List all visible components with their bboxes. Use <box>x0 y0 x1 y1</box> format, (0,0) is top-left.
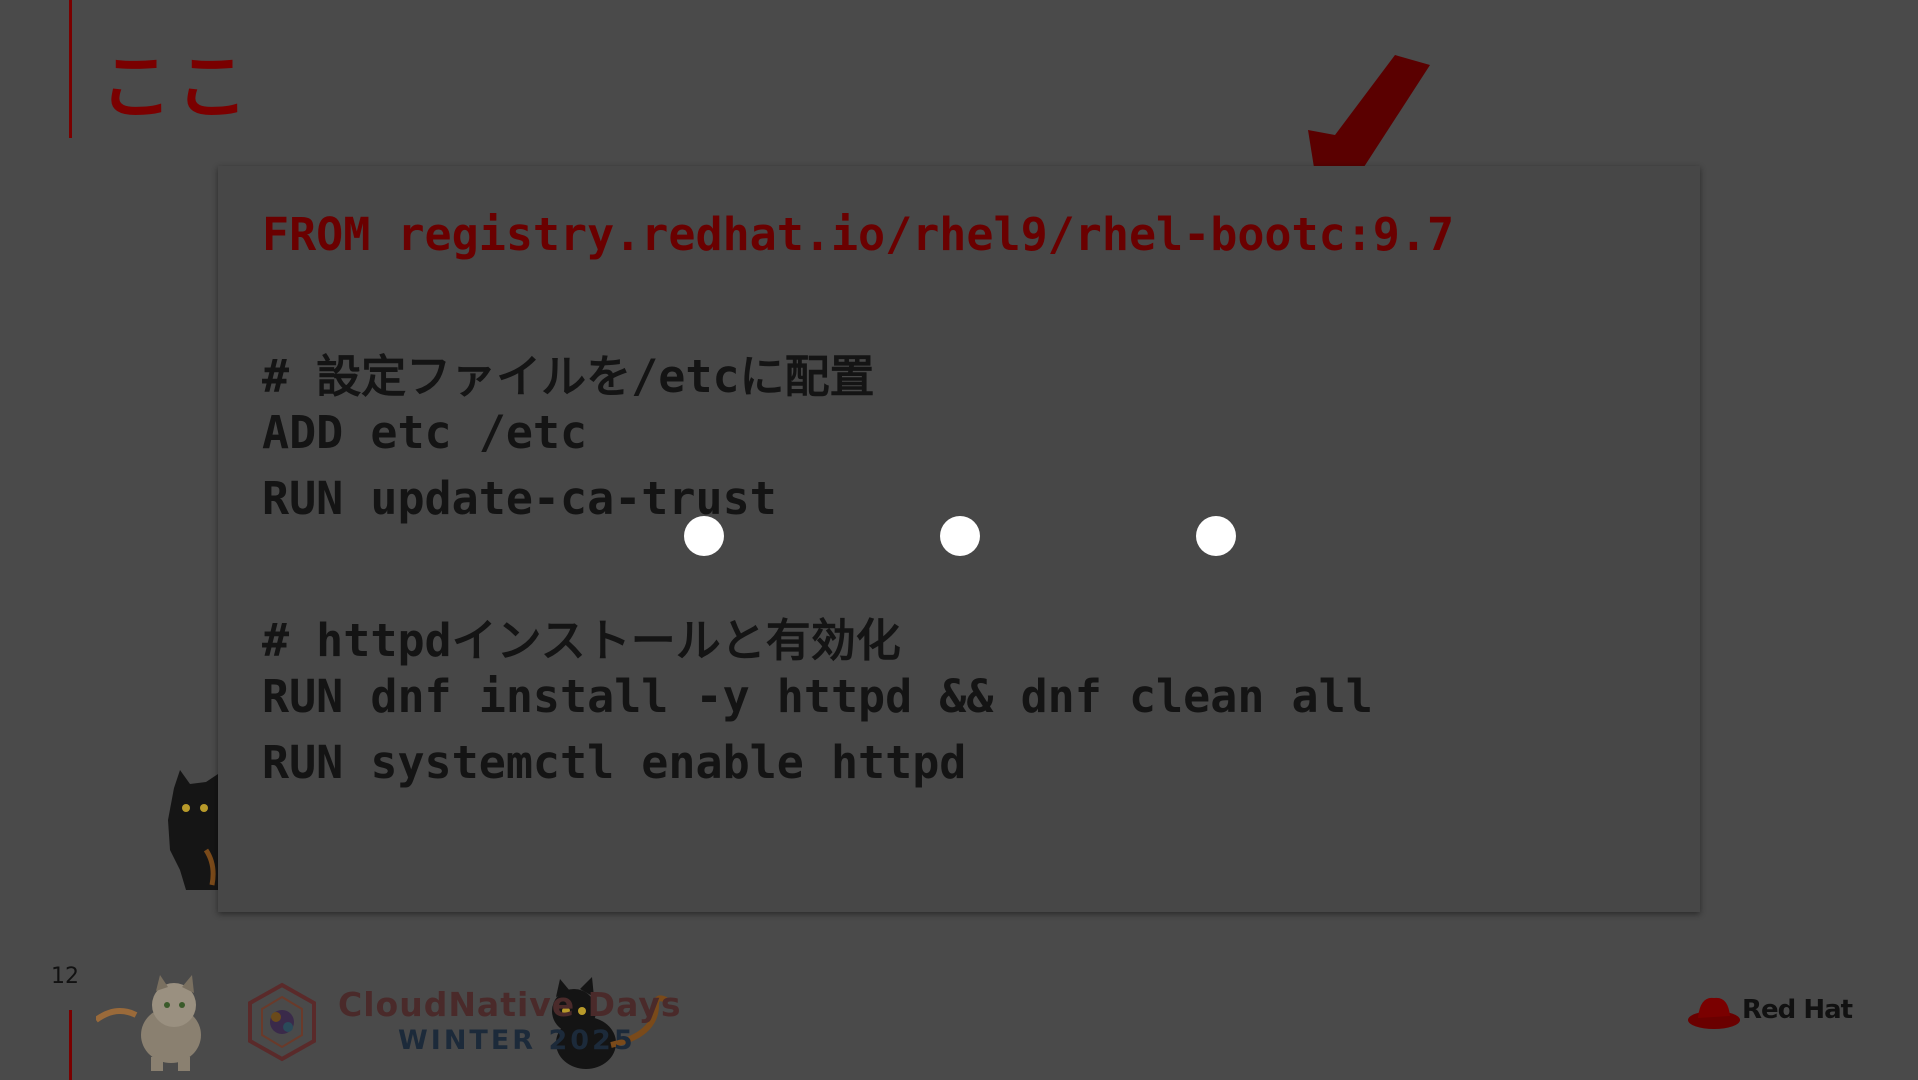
code-comment-config: # 設定ファイルを/etcに配置 <box>262 350 875 403</box>
left-accent-rule-bottom <box>69 1010 72 1080</box>
cat-mascot-icon <box>168 770 218 890</box>
left-accent-rule <box>69 0 72 138</box>
cat-mascot-icon <box>96 975 201 1071</box>
event-subtitle: WINTER 2025 <box>398 1025 636 1056</box>
slide-title: ここ <box>100 45 253 129</box>
code-line-systemctl: RUN systemctl enable httpd <box>262 736 967 789</box>
loading-dot <box>684 516 724 556</box>
redhat-logo-icon <box>1688 997 1740 1029</box>
redhat-brand-text: Red Hat <box>1742 995 1853 1025</box>
cncf-logo-icon <box>248 982 316 1062</box>
code-line-from: FROM registry.redhat.io/rhel9/rhel-bootc… <box>262 208 1455 261</box>
event-title: CloudNative Days <box>338 985 682 1024</box>
code-line-add: ADD etc /etc <box>262 406 588 459</box>
code-line-dnf-install: RUN dnf install -y httpd && dnf clean al… <box>262 670 1373 723</box>
loading-dot <box>1196 516 1236 556</box>
page-number: 12 <box>51 964 79 989</box>
loading-dot <box>940 516 980 556</box>
code-comment-httpd: # httpdインストールと有効化 <box>262 614 901 667</box>
slide: ここ FROM registry.redhat.io/rhel9/rhel-bo… <box>0 0 1918 1080</box>
